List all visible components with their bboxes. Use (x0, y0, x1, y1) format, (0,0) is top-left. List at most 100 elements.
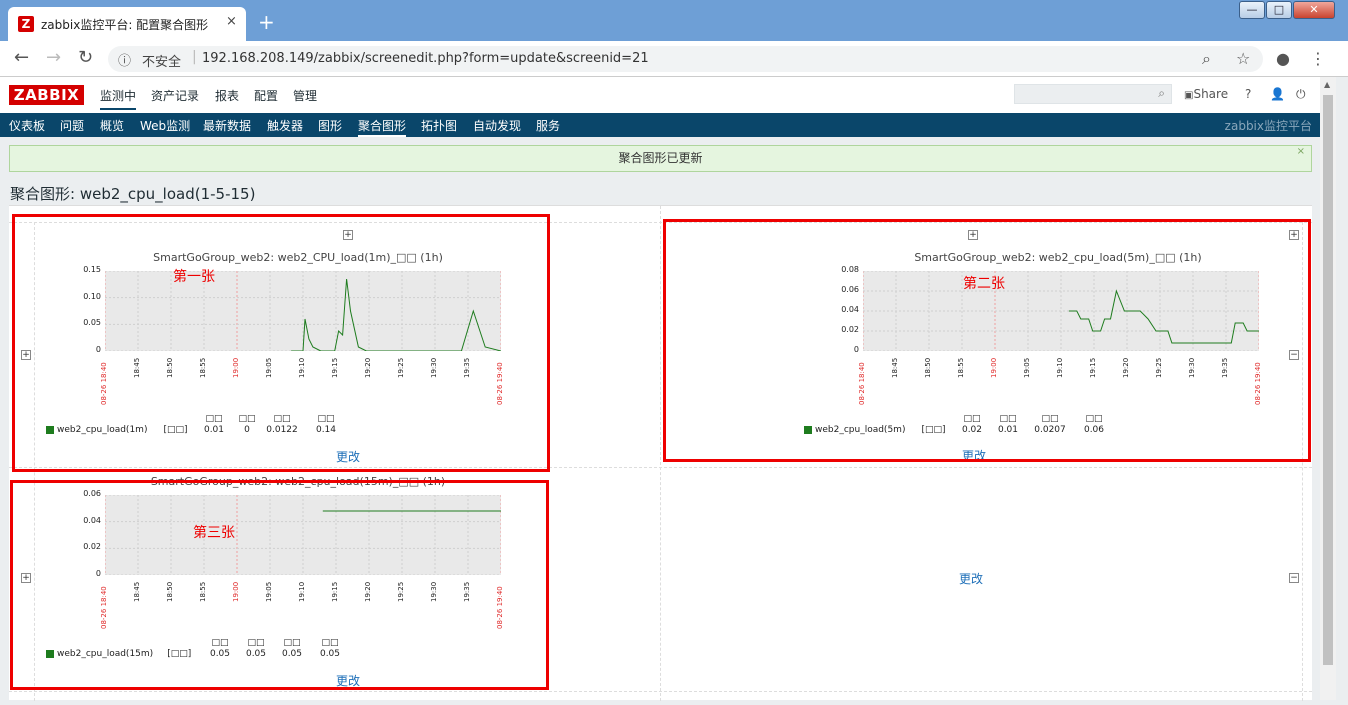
x-tick-label: 19:10 (298, 581, 306, 602)
legend-swatch (46, 425, 54, 434)
x-tick-label: 19:35 (463, 357, 471, 378)
x-tick-label: 18:55 (957, 357, 965, 378)
subnav-graphs[interactable]: 图形 (318, 117, 342, 134)
add-row-icon[interactable]: + (21, 350, 31, 360)
subnav-web[interactable]: Web监测 (140, 117, 190, 134)
new-tab-icon[interactable]: + (258, 10, 275, 34)
share-link[interactable]: ▣Share (1184, 87, 1228, 101)
stat-header: □□ (283, 638, 301, 648)
x-tick-label: 19:25 (1155, 357, 1163, 378)
y-tick-label: 0.10 (83, 291, 101, 301)
menu-inventory[interactable]: 资产记录 (151, 87, 199, 104)
user-profile-icon[interactable]: 👤 (1270, 87, 1285, 101)
y-tick-label: 0.15 (83, 265, 101, 274)
back-arrow-icon[interactable]: ← (14, 47, 29, 68)
url-text[interactable]: 192.168.208.149/zabbix/screenedit.php?fo… (202, 51, 649, 66)
graph-edit-link[interactable]: 更改 (962, 447, 986, 464)
subnav-dashboard[interactable]: 仪表板 (9, 117, 45, 134)
graph-cpu-load-5m: SmartGoGroup_web2: web2_cpu_load(5m)_□□ … (804, 251, 1288, 481)
window-close-button[interactable]: ✕ (1293, 1, 1335, 19)
subnav-maps[interactable]: 拓扑图 (421, 117, 457, 134)
graph-edit-link[interactable]: 更改 (336, 448, 360, 465)
add-column-icon[interactable]: + (343, 230, 353, 240)
y-tick-label: 0.04 (83, 515, 101, 525)
x-tick-label: 19:20 (364, 581, 372, 602)
stat-header: □□ (1085, 414, 1103, 424)
reload-icon[interactable]: ↻ (78, 47, 93, 68)
y-tick-label: 0.02 (83, 542, 101, 552)
x-tick-label: 08-26 18:40 (100, 585, 108, 629)
subnav-latest-data[interactable]: 最新数据 (203, 117, 251, 134)
red-annotation-label: 第一张 (173, 269, 215, 285)
browser-tab[interactable]: Z zabbix监控平台: 配置聚合图形 × (8, 7, 246, 41)
tab-close-icon[interactable]: × (226, 14, 237, 29)
x-tick-label: 19:05 (1023, 357, 1031, 378)
x-tick-label: 19:20 (364, 357, 372, 378)
menu-administration[interactable]: 管理 (293, 87, 317, 104)
x-tick-label: 19:00 (232, 581, 240, 602)
menu-reports[interactable]: 报表 (215, 87, 239, 104)
add-row-icon[interactable]: + (21, 573, 31, 583)
remove-row-icon[interactable]: − (1289, 573, 1299, 583)
x-tick-label: 19:10 (298, 357, 306, 378)
page-scrollbar[interactable]: ▲ (1320, 77, 1336, 700)
sign-out-icon[interactable]: ⏻ (1296, 87, 1306, 102)
stat-value: 0.05 (209, 649, 231, 659)
grid-line (1302, 222, 1303, 701)
search-icon[interactable]: ⌕ (1158, 86, 1165, 101)
y-tick-label: 0 (853, 345, 859, 354)
plot-area (105, 271, 501, 351)
zabbix-favicon-icon: Z (18, 16, 34, 32)
subnav-services[interactable]: 服务 (536, 117, 560, 134)
legend-label: web2_cpu_load(15m) (57, 649, 154, 659)
subnav-triggers[interactable]: 触发器 (267, 117, 303, 134)
zoom-icon[interactable]: ⌕ (1202, 49, 1211, 69)
x-tick-label: 19:05 (265, 357, 273, 378)
browser-address-bar: ← → ↻ ⓘ 不安全 | 192.168.208.149/zabbix/scr… (0, 41, 1348, 77)
stat-header: □□ (247, 638, 265, 648)
menu-monitoring[interactable]: 监测中 (100, 87, 137, 110)
scrollbar-thumb[interactable] (1323, 95, 1333, 665)
x-tick-label: 19:25 (397, 357, 405, 378)
x-tick-label: 18:55 (199, 357, 207, 378)
zabbix-logo[interactable]: ZABBIX (9, 85, 84, 105)
subnav-overview[interactable]: 概览 (100, 117, 124, 134)
series-line (1068, 289, 1259, 344)
add-column-icon[interactable]: + (968, 230, 978, 240)
window-maximize-button[interactable]: □ (1266, 1, 1292, 19)
x-tick-label: 18:50 (166, 357, 174, 378)
stat-value: 0.0207 (1034, 425, 1066, 435)
menu-configuration[interactable]: 配置 (254, 87, 278, 104)
x-tick-label: 18:45 (891, 357, 899, 378)
subnav-screens[interactable]: 聚合图形 (358, 117, 407, 137)
global-search-input[interactable]: ⌕ (1014, 84, 1172, 104)
url-field[interactable]: ⓘ 不安全 | 192.168.208.149/zabbix/screenedi… (108, 46, 1263, 72)
remove-row-icon[interactable]: − (1289, 350, 1299, 360)
message-close-icon[interactable]: × (1297, 139, 1305, 164)
legend-swatch (46, 649, 54, 658)
stat-value: 0.06 (1083, 425, 1105, 435)
graph-edit-link[interactable]: 更改 (336, 672, 360, 689)
help-icon[interactable]: ? (1245, 87, 1251, 101)
x-tick-label: 19:30 (1188, 357, 1196, 378)
bookmark-star-icon[interactable]: ☆ (1236, 49, 1250, 68)
empty-cell-edit-link[interactable]: 更改 (959, 570, 983, 587)
window-minimize-button[interactable]: — (1239, 1, 1265, 19)
x-tick-label: 18:50 (924, 357, 932, 378)
y-tick-label: 0 (95, 569, 101, 578)
plot-svg (863, 271, 1259, 351)
y-tick-label: 0 (95, 345, 101, 354)
account-icon[interactable]: ● (1276, 49, 1290, 68)
legend-label: web2_cpu_load(1m) (57, 425, 148, 435)
forward-arrow-icon[interactable]: → (46, 47, 61, 68)
legend-item: web2_cpu_load(15m) [□□] (46, 649, 191, 659)
x-tick-label: 08-26 18:40 (100, 361, 108, 405)
add-column-icon[interactable]: + (1289, 230, 1299, 240)
x-tick-label: 19:00 (990, 357, 998, 378)
subnav-problems[interactable]: 问题 (60, 117, 84, 134)
subnav-discovery[interactable]: 自动发现 (473, 117, 521, 134)
scroll-up-icon[interactable]: ▲ (1324, 80, 1330, 89)
x-tick-label: 19:00 (232, 357, 240, 378)
info-icon[interactable]: ⓘ (118, 50, 131, 69)
browser-menu-icon[interactable]: ⋮ (1310, 49, 1326, 68)
